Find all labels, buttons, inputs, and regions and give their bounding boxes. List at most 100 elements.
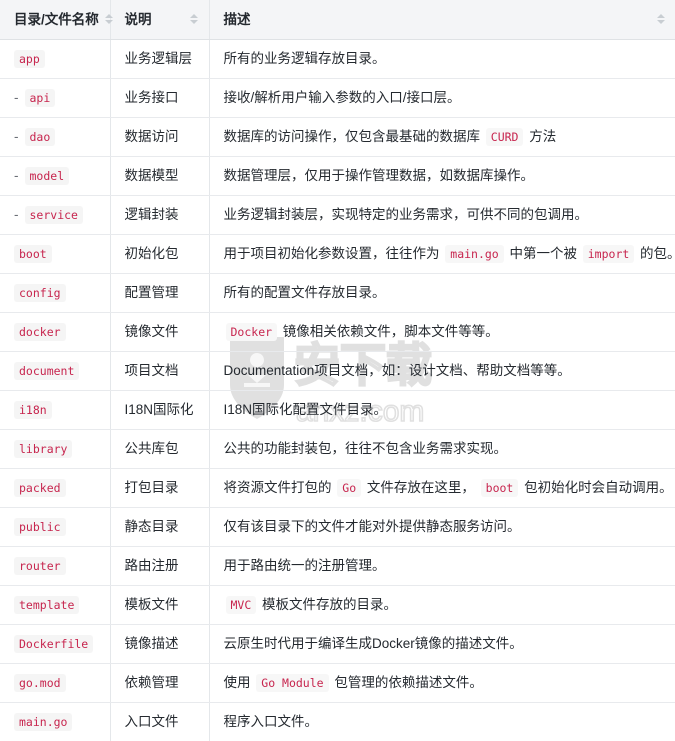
directory-name-code: template [14, 595, 80, 614]
directory-name-code: public [14, 517, 66, 536]
cell-directory-name: - model [0, 156, 111, 196]
directory-name-code: i18n [14, 400, 52, 419]
cell-directory-name: docker [0, 312, 111, 352]
directory-name-code: dao [24, 127, 56, 146]
cell-description-long: 数据管理层，仅用于操作管理数据，如数据库操作。 [209, 156, 675, 196]
detail-text: 数据库的访问操作，仅包含最基础的数据库 [223, 128, 484, 144]
cell-directory-name: document [0, 351, 111, 391]
indent-marker: - [14, 206, 19, 222]
detail-text: 使用 [223, 674, 255, 690]
inline-code: Go Module [256, 673, 329, 692]
cell-description-short: 业务逻辑层 [110, 39, 210, 79]
cell-directory-name: go.mod [0, 663, 111, 703]
cell-description-long: 接收/解析用户输入参数的入口/接口层。 [209, 78, 675, 118]
table-row: main.go 入口文件 程序入口文件。 [0, 702, 675, 741]
cell-description-short: 数据访问 [110, 117, 210, 157]
directory-name-code: Dockerfile [14, 634, 94, 653]
directory-structure-table: 目录/文件名称 说明 描述 app 业务逻辑层 所有的业务逻辑存放目录。 - a… [0, 0, 675, 741]
cell-directory-name: boot [0, 234, 111, 274]
detail-text: 方法 [525, 128, 557, 144]
cell-directory-name: app [0, 39, 111, 79]
cell-description-long: I18N国际化配置文件目录。 [209, 390, 675, 430]
detail-text: 数据管理层，仅用于操作管理数据，如数据库操作。 [223, 167, 535, 183]
sort-arrows-icon[interactable] [105, 14, 114, 25]
directory-name-code: config [14, 283, 66, 302]
cell-directory-name: template [0, 585, 111, 625]
cell-description-short: 打包目录 [110, 468, 210, 508]
cell-description-short: 镜像文件 [110, 312, 210, 352]
cell-description-long: Docker 镜像相关依赖文件，脚本文件等等。 [209, 312, 675, 352]
directory-name-code: router [14, 556, 66, 575]
column-header-detail[interactable]: 描述 [209, 0, 675, 40]
cell-description-short: 数据模型 [110, 156, 210, 196]
cell-description-short: 公共库包 [110, 429, 210, 469]
table-header: 目录/文件名称 说明 描述 [0, 0, 675, 40]
table-header-row: 目录/文件名称 说明 描述 [0, 0, 675, 40]
table-row: public 静态目录 仅有该目录下的文件才能对外提供静态服务访问。 [0, 507, 675, 547]
table-row: - service 逻辑封装 业务逻辑封装层，实现特定的业务需求，可供不同的包调用。 [0, 195, 675, 235]
cell-description-long: 所有的业务逻辑存放目录。 [209, 39, 675, 79]
cell-directory-name: library [0, 429, 111, 469]
directory-name-code: packed [14, 478, 66, 497]
cell-directory-name: i18n [0, 390, 111, 430]
table-row: Dockerfile 镜像描述 云原生时代用于编译生成Docker镜像的描述文件。 [0, 624, 675, 664]
cell-description-long: 程序入口文件。 [209, 702, 675, 741]
cell-description-long: 所有的配置文件存放目录。 [209, 273, 675, 313]
detail-text: 业务逻辑封装层，实现特定的业务需求，可供不同的包调用。 [223, 206, 589, 222]
cell-directory-name: - api [0, 78, 111, 118]
sort-arrows-icon[interactable] [656, 14, 665, 25]
detail-text: 公共的功能封装包，往往不包含业务需求实现。 [223, 440, 508, 456]
cell-directory-name: - service [0, 195, 111, 235]
table-row: document 项目文档 Documentation项目文档，如：设计文档、帮助文… [0, 351, 675, 391]
table-row: - model 数据模型 数据管理层，仅用于操作管理数据，如数据库操作。 [0, 156, 675, 196]
inline-code: Docker [225, 322, 278, 341]
table-row: docker 镜像文件 Docker 镜像相关依赖文件，脚本文件等等。 [0, 312, 675, 352]
directory-name-code: main.go [14, 712, 73, 731]
directory-name-code: app [14, 49, 45, 68]
cell-description-short: 逻辑封装 [110, 195, 210, 235]
directory-structure-table-container: 安下载 anxz.com 目录/文件名称 说明 描述 app 业务逻辑层 所有的… [0, 0, 675, 741]
cell-description-long: 业务逻辑封装层，实现特定的业务需求，可供不同的包调用。 [209, 195, 675, 235]
cell-directory-name: packed [0, 468, 111, 508]
detail-text: 模板文件存放的目录。 [258, 596, 398, 612]
cell-description-short: 配置管理 [110, 273, 210, 313]
cell-description-long: Documentation项目文档，如：设计文档、帮助文档等等。 [209, 351, 675, 391]
detail-text: 程序入口文件。 [223, 713, 319, 729]
inline-code: MVC [225, 595, 257, 614]
detail-text: 所有的配置文件存放目录。 [223, 284, 386, 300]
table-row: config 配置管理 所有的配置文件存放目录。 [0, 273, 675, 313]
detail-text: 中第一个被 [505, 245, 581, 261]
cell-directory-name: - dao [0, 117, 111, 157]
directory-name-code: service [24, 205, 83, 224]
cell-directory-name: config [0, 273, 111, 313]
cell-description-short: 业务接口 [110, 78, 210, 118]
directory-name-code: model [24, 166, 70, 185]
directory-name-code: library [14, 439, 73, 458]
column-header-desc-label: 说明 [124, 11, 152, 27]
cell-directory-name: public [0, 507, 111, 547]
directory-name-code: go.mod [14, 673, 66, 692]
column-header-name[interactable]: 目录/文件名称 [0, 0, 114, 40]
inline-code: main.go [445, 244, 504, 263]
indent-marker: - [14, 89, 19, 105]
cell-description-long: MVC 模板文件存放的目录。 [209, 585, 675, 625]
detail-text: I18N国际化配置文件目录。 [223, 401, 388, 417]
table-row: - api 业务接口 接收/解析用户输入参数的入口/接口层。 [0, 78, 675, 118]
cell-description-short: 项目文档 [110, 351, 210, 391]
indent-marker: - [14, 167, 19, 183]
column-header-desc[interactable]: 说明 [110, 0, 210, 40]
inline-code: Go [337, 478, 362, 497]
directory-name-code: boot [14, 244, 52, 263]
sort-arrows-icon[interactable] [190, 14, 199, 25]
cell-description-short: 路由注册 [110, 546, 210, 586]
cell-description-short: 镜像描述 [110, 624, 210, 664]
detail-text: 将资源文件打包的 [223, 479, 336, 495]
detail-text: 镜像相关依赖文件，脚本文件等等。 [279, 323, 499, 339]
table-row: template 模板文件 MVC 模板文件存放的目录。 [0, 585, 675, 625]
table-row: library 公共库包 公共的功能封装包，往往不包含业务需求实现。 [0, 429, 675, 469]
detail-text: 包管理的依赖描述文件。 [330, 674, 483, 690]
cell-description-long: 使用 Go Module 包管理的依赖描述文件。 [209, 663, 675, 703]
detail-text: Documentation项目文档，如：设计文档、帮助文档等等。 [223, 362, 571, 378]
cell-directory-name: main.go [0, 702, 111, 741]
cell-description-short: 初始化包 [110, 234, 210, 274]
